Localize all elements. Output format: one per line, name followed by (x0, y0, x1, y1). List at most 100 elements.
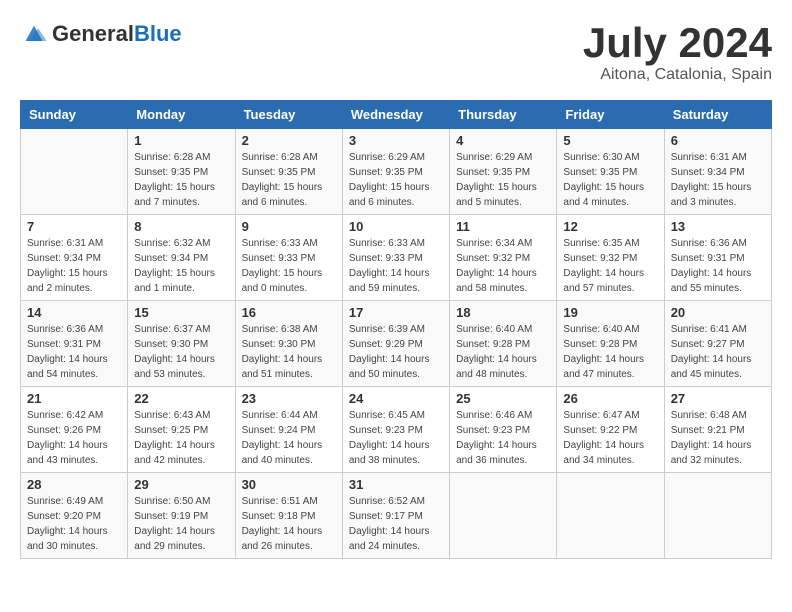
column-header-saturday: Saturday (664, 101, 771, 129)
day-info: Sunrise: 6:28 AMSunset: 9:35 PMDaylight:… (242, 150, 336, 210)
day-info: Sunrise: 6:30 AMSunset: 9:35 PMDaylight:… (563, 150, 657, 210)
day-info: Sunrise: 6:33 AMSunset: 9:33 PMDaylight:… (349, 236, 443, 296)
day-info: Sunrise: 6:47 AMSunset: 9:22 PMDaylight:… (563, 408, 657, 468)
calendar-cell (557, 473, 664, 559)
logo: GeneralBlue (20, 20, 182, 48)
day-info: Sunrise: 6:41 AMSunset: 9:27 PMDaylight:… (671, 322, 765, 382)
day-info: Sunrise: 6:48 AMSunset: 9:21 PMDaylight:… (671, 408, 765, 468)
calendar-cell: 14Sunrise: 6:36 AMSunset: 9:31 PMDayligh… (21, 301, 128, 387)
calendar-cell: 17 Sunrise: 6:39 AMSunset: 9:29 PMDayligh… (342, 301, 449, 387)
title-block: July 2024 Aitona, Catalonia, Spain (583, 20, 772, 84)
logo-text: GeneralBlue (52, 21, 182, 47)
week-row-1: 1 Sunrise: 6:28 AMSunset: 9:35 PMDaylight… (21, 129, 772, 215)
day-number: 7 (27, 219, 121, 234)
day-info: Sunrise: 6:37 AMSunset: 9:30 PMDaylight:… (134, 322, 228, 382)
day-info: Sunrise: 6:42 AMSunset: 9:26 PMDaylight:… (27, 408, 121, 468)
day-number: 8 (134, 219, 228, 234)
column-header-monday: Monday (128, 101, 235, 129)
logo-blue: Blue (134, 21, 182, 46)
calendar-cell: 24 Sunrise: 6:45 AMSunset: 9:23 PMDayligh… (342, 387, 449, 473)
day-number: 28 (27, 477, 121, 492)
week-row-5: 28 Sunrise: 6:49 AMSunset: 9:20 PMDayligh… (21, 473, 772, 559)
page-header: GeneralBlue July 2024 Aitona, Catalonia,… (20, 20, 772, 84)
day-number: 15 (134, 305, 228, 320)
day-number: 9 (242, 219, 336, 234)
day-number: 3 (349, 133, 443, 148)
calendar-cell: 27Sunrise: 6:48 AMSunset: 9:21 PMDayligh… (664, 387, 771, 473)
calendar-cell: 19 Sunrise: 6:40 AMSunset: 9:28 PMDayligh… (557, 301, 664, 387)
day-info: Sunrise: 6:31 AMSunset: 9:34 PMDaylight:… (671, 150, 765, 210)
calendar-cell: 21 Sunrise: 6:42 AMSunset: 9:26 PMDayligh… (21, 387, 128, 473)
calendar-table: SundayMondayTuesdayWednesdayThursdayFrid… (20, 100, 772, 559)
day-info: Sunrise: 6:39 AMSunset: 9:29 PMDaylight:… (349, 322, 443, 382)
day-number: 20 (671, 305, 765, 320)
day-number: 13 (671, 219, 765, 234)
calendar-cell (21, 129, 128, 215)
calendar-cell (450, 473, 557, 559)
calendar-cell: 1 Sunrise: 6:28 AMSunset: 9:35 PMDaylight… (128, 129, 235, 215)
calendar-cell: 3 Sunrise: 6:29 AMSunset: 9:35 PMDaylight… (342, 129, 449, 215)
day-number: 6 (671, 133, 765, 148)
logo-icon (20, 20, 48, 48)
calendar-cell: 11Sunrise: 6:34 AMSunset: 9:32 PMDayligh… (450, 215, 557, 301)
day-number: 23 (242, 391, 336, 406)
day-info: Sunrise: 6:51 AMSunset: 9:18 PMDaylight:… (242, 494, 336, 554)
day-number: 17 (349, 305, 443, 320)
calendar-cell: 31 Sunrise: 6:52 AMSunset: 9:17 PMDayligh… (342, 473, 449, 559)
calendar-cell: 30 Sunrise: 6:51 AMSunset: 9:18 PMDayligh… (235, 473, 342, 559)
day-number: 22 (134, 391, 228, 406)
calendar-cell: 18 Sunrise: 6:40 AMSunset: 9:28 PMDayligh… (450, 301, 557, 387)
day-number: 31 (349, 477, 443, 492)
calendar-cell: 15 Sunrise: 6:37 AMSunset: 9:30 PMDayligh… (128, 301, 235, 387)
calendar-cell: 10Sunrise: 6:33 AMSunset: 9:33 PMDayligh… (342, 215, 449, 301)
day-info: Sunrise: 6:35 AMSunset: 9:32 PMDaylight:… (563, 236, 657, 296)
day-number: 16 (242, 305, 336, 320)
day-info: Sunrise: 6:29 AMSunset: 9:35 PMDaylight:… (349, 150, 443, 210)
week-row-4: 21 Sunrise: 6:42 AMSunset: 9:26 PMDayligh… (21, 387, 772, 473)
day-info: Sunrise: 6:34 AMSunset: 9:32 PMDaylight:… (456, 236, 550, 296)
calendar-cell: 28 Sunrise: 6:49 AMSunset: 9:20 PMDayligh… (21, 473, 128, 559)
day-number: 19 (563, 305, 657, 320)
calendar-cell: 4 Sunrise: 6:29 AMSunset: 9:35 PMDaylight… (450, 129, 557, 215)
day-number: 30 (242, 477, 336, 492)
day-info: Sunrise: 6:28 AMSunset: 9:35 PMDaylight:… (134, 150, 228, 210)
day-number: 1 (134, 133, 228, 148)
day-info: Sunrise: 6:36 AMSunset: 9:31 PMDaylight:… (27, 322, 121, 382)
calendar-header-row: SundayMondayTuesdayWednesdayThursdayFrid… (21, 101, 772, 129)
calendar-cell: 20 Sunrise: 6:41 AMSunset: 9:27 PMDayligh… (664, 301, 771, 387)
calendar-cell (664, 473, 771, 559)
day-info: Sunrise: 6:33 AMSunset: 9:33 PMDaylight:… (242, 236, 336, 296)
week-row-2: 7 Sunrise: 6:31 AMSunset: 9:34 PMDaylight… (21, 215, 772, 301)
day-info: Sunrise: 6:36 AMSunset: 9:31 PMDaylight:… (671, 236, 765, 296)
day-info: Sunrise: 6:45 AMSunset: 9:23 PMDaylight:… (349, 408, 443, 468)
day-number: 21 (27, 391, 121, 406)
column-header-friday: Friday (557, 101, 664, 129)
location-title: Aitona, Catalonia, Spain (583, 66, 772, 84)
column-header-thursday: Thursday (450, 101, 557, 129)
day-info: Sunrise: 6:40 AMSunset: 9:28 PMDaylight:… (563, 322, 657, 382)
calendar-cell: 13 Sunrise: 6:36 AMSunset: 9:31 PMDayligh… (664, 215, 771, 301)
day-info: Sunrise: 6:29 AMSunset: 9:35 PMDaylight:… (456, 150, 550, 210)
month-title: July 2024 (583, 20, 772, 66)
day-info: Sunrise: 6:50 AMSunset: 9:19 PMDaylight:… (134, 494, 228, 554)
calendar-cell: 6 Sunrise: 6:31 AMSunset: 9:34 PMDaylight… (664, 129, 771, 215)
calendar-cell: 12 Sunrise: 6:35 AMSunset: 9:32 PMDayligh… (557, 215, 664, 301)
day-info: Sunrise: 6:38 AMSunset: 9:30 PMDaylight:… (242, 322, 336, 382)
day-number: 5 (563, 133, 657, 148)
day-info: Sunrise: 6:44 AMSunset: 9:24 PMDaylight:… (242, 408, 336, 468)
calendar-cell: 26 Sunrise: 6:47 AMSunset: 9:22 PMDayligh… (557, 387, 664, 473)
day-info: Sunrise: 6:40 AMSunset: 9:28 PMDaylight:… (456, 322, 550, 382)
day-info: Sunrise: 6:31 AMSunset: 9:34 PMDaylight:… (27, 236, 121, 296)
day-number: 4 (456, 133, 550, 148)
calendar-cell: 16 Sunrise: 6:38 AMSunset: 9:30 PMDayligh… (235, 301, 342, 387)
calendar-cell: 25Sunrise: 6:46 AMSunset: 9:23 PMDayligh… (450, 387, 557, 473)
day-number: 12 (563, 219, 657, 234)
day-info: Sunrise: 6:52 AMSunset: 9:17 PMDaylight:… (349, 494, 443, 554)
day-info: Sunrise: 6:49 AMSunset: 9:20 PMDaylight:… (27, 494, 121, 554)
day-number: 18 (456, 305, 550, 320)
day-number: 2 (242, 133, 336, 148)
day-number: 24 (349, 391, 443, 406)
column-header-wednesday: Wednesday (342, 101, 449, 129)
calendar-cell: 23 Sunrise: 6:44 AMSunset: 9:24 PMDayligh… (235, 387, 342, 473)
day-number: 26 (563, 391, 657, 406)
